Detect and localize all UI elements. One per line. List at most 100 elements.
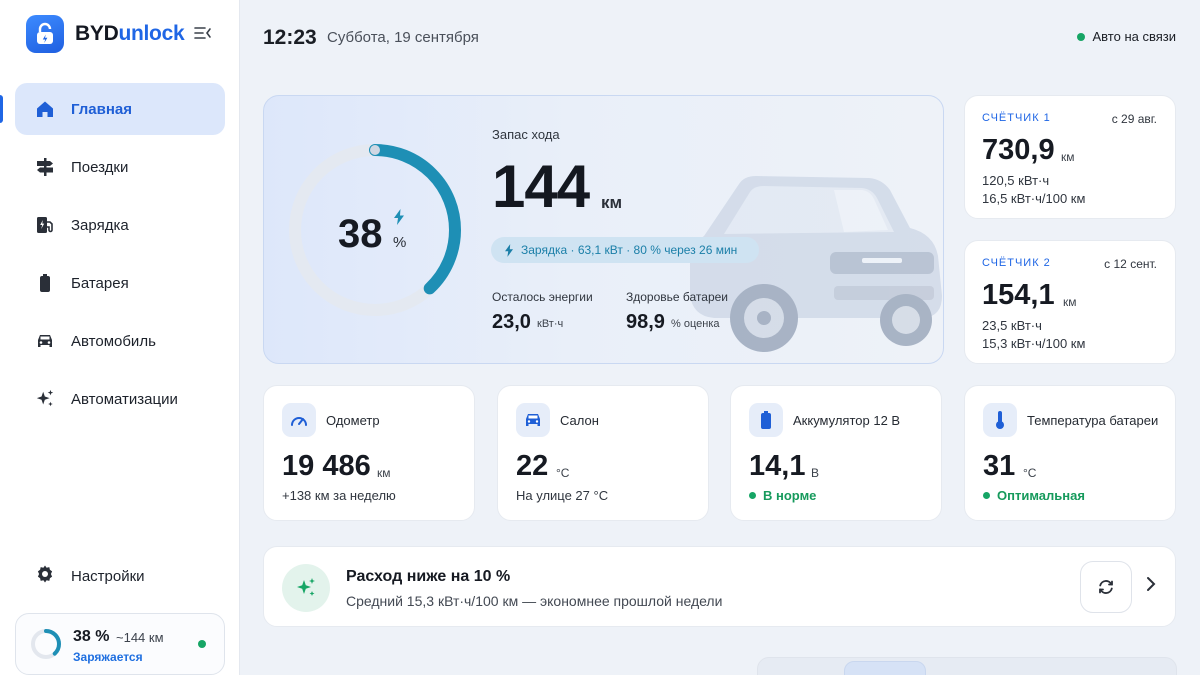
range-label: Запас хода xyxy=(492,127,560,142)
range-unit: км xyxy=(601,193,623,212)
online-indicator xyxy=(198,640,206,648)
trip-counter-2-card[interactable]: СЧЁТЧИК 2 с 12 сент. 154,1 км 23,5 кВт·ч… xyxy=(964,240,1176,364)
refresh-icon xyxy=(1099,580,1113,594)
sidebar-nav: Главная Поездки Зарядка Батарея Автомоби… xyxy=(15,83,225,431)
sidebar-item-label: Автоматизации xyxy=(71,390,178,408)
card-status-text: В норме xyxy=(763,488,817,503)
card-status: В норме xyxy=(749,488,816,503)
sidebar-item-label: Поездки xyxy=(71,158,129,176)
mini-battery-percent: 38 % xyxy=(73,628,110,645)
energy-left-label: Осталось энергии xyxy=(492,290,593,304)
trip-counter-since: с 12 сент. xyxy=(1104,257,1157,271)
status-text: Авто на связи xyxy=(1092,29,1176,44)
clock-time: 12:23 xyxy=(263,26,317,49)
sidebar-item-home[interactable]: Главная xyxy=(15,83,225,135)
sidebar: BYDunlock Главная Поездки Зарядка Батаре… xyxy=(0,0,240,675)
sidebar-item-label: Главная xyxy=(71,100,133,118)
thermometer-icon xyxy=(983,403,1017,437)
trip-counter-distance: 154,1 xyxy=(982,279,1055,311)
card-unit: км xyxy=(377,466,391,480)
mini-battery-range: ~144 км xyxy=(116,630,164,645)
collapse-sidebar-icon[interactable] xyxy=(194,26,212,42)
cabin-card[interactable]: Салон 22 °C На улице 27 °C xyxy=(497,385,709,521)
trip-counter-since: с 29 авг. xyxy=(1111,112,1157,126)
battery-health-unit: % оценка xyxy=(671,318,720,330)
card-value: 31 xyxy=(983,450,1016,482)
card-unit: В xyxy=(811,466,820,480)
card-value: 22 xyxy=(516,450,549,482)
bottom-panel[interactable] xyxy=(757,657,1177,675)
sidebar-item-trips[interactable]: Поездки xyxy=(15,141,225,193)
sidebar-item-battery[interactable]: Батарея xyxy=(15,257,225,309)
trip-counter-distance: 730,9 xyxy=(982,134,1055,166)
signpost-icon xyxy=(35,157,55,177)
trip-counter-consumption: 16,5 кВт·ч/100 км xyxy=(982,191,1086,206)
status-dot xyxy=(983,492,990,499)
card-unit: °C xyxy=(1023,466,1037,480)
active-indicator xyxy=(0,95,3,123)
lock-icon xyxy=(26,15,64,53)
mini-battery-state: Заряжается xyxy=(73,650,143,664)
connection-status: Авто на связи xyxy=(1076,29,1176,44)
gear-icon xyxy=(35,564,55,589)
card-status: Оптимальная xyxy=(983,488,1085,503)
card-unit: °C xyxy=(556,466,570,480)
battery-hero-card[interactable]: 38 % Запас хода 144 км Зарядка · 63,1 кВ… xyxy=(263,95,944,364)
sidebar-item-charging[interactable]: Зарядка xyxy=(15,199,225,251)
sidebar-item-car[interactable]: Автомобиль xyxy=(15,315,225,367)
status-dot xyxy=(749,492,756,499)
trip-counter-consumption: 15,3 кВт·ч/100 км xyxy=(982,336,1086,351)
sparkles-icon xyxy=(35,389,55,409)
sidebar-item-automations[interactable]: Автоматизации xyxy=(15,373,225,425)
settings-label: Настройки xyxy=(71,567,145,585)
energy-left-unit: кВт·ч xyxy=(537,318,564,330)
soc-unit: % xyxy=(393,234,407,251)
sidebar-item-label: Батарея xyxy=(71,274,129,292)
status-dot xyxy=(1076,32,1085,41)
sidebar-item-label: Зарядка xyxy=(71,216,129,234)
chevron-right-icon[interactable] xyxy=(1146,576,1156,597)
battery-health-value: 98,9 xyxy=(626,311,665,333)
battery-mini-widget[interactable]: 38 % ~144 км Заряжается xyxy=(15,613,225,675)
card-title: Температура батареи xyxy=(1027,413,1159,428)
sidebar-item-settings[interactable]: Настройки xyxy=(15,550,225,602)
home-icon xyxy=(35,99,55,119)
bolt-icon xyxy=(394,209,404,230)
charging-station-icon xyxy=(35,215,55,235)
odometer-card[interactable]: Одометр 19 486 км +138 км за неделю xyxy=(263,385,475,521)
brand-name-part2: unlock xyxy=(118,22,185,45)
clock-date: Суббота, 19 сентября xyxy=(327,29,479,46)
brand-name-part1: BYD xyxy=(75,22,119,45)
sidebar-item-label: Автомобиль xyxy=(71,332,156,350)
refresh-button[interactable] xyxy=(1080,561,1132,613)
energy-left-value: 23,0 xyxy=(492,311,531,333)
trip-counter-name: СЧЁТЧИК 1 xyxy=(982,112,1051,124)
card-title: Одометр xyxy=(326,413,380,428)
speedometer-icon xyxy=(282,403,316,437)
consumption-insight-card[interactable]: Расход ниже на 10 % Средний 15,3 кВт·ч/1… xyxy=(263,546,1176,627)
insight-title: Расход ниже на 10 % xyxy=(346,568,511,585)
soc-value: 38 xyxy=(338,212,383,256)
insight-subtitle: Средний 15,3 кВт·ч/100 км — экономнее пр… xyxy=(346,593,723,609)
charging-status-pill: Зарядка · 63,1 кВт · 80 % через 26 мин xyxy=(491,237,759,263)
battery-icon xyxy=(35,273,55,293)
trip-counter-energy: 23,5 кВт·ч xyxy=(982,318,1042,333)
car-front-icon xyxy=(516,403,550,437)
trip-counter-unit: км xyxy=(1061,150,1075,164)
battery-12v-card[interactable]: Аккумулятор 12 В 14,1 В В норме xyxy=(730,385,942,521)
card-title: Салон xyxy=(560,413,599,428)
brand[interactable]: BYDunlock xyxy=(26,15,185,53)
sparkles-icon xyxy=(282,564,330,612)
car-icon xyxy=(35,331,55,351)
trip-counter-energy: 120,5 кВт·ч xyxy=(982,173,1050,188)
brand-name: BYDunlock xyxy=(75,22,185,46)
trip-counter-unit: км xyxy=(1063,295,1077,309)
bottom-panel-tab[interactable] xyxy=(844,661,926,675)
range-value: 144 xyxy=(492,153,590,220)
bolt-icon xyxy=(505,243,513,257)
card-subtitle: +138 км за неделю xyxy=(282,488,396,503)
card-subtitle: На улице 27 °C xyxy=(516,488,609,503)
battery-temperature-card[interactable]: Температура батареи 31 °C Оптимальная xyxy=(964,385,1176,521)
trip-counter-1-card[interactable]: СЧЁТЧИК 1 с 29 авг. 730,9 км 120,5 кВт·ч… xyxy=(964,95,1176,219)
battery-health-label: Здоровье батареи xyxy=(626,290,728,304)
